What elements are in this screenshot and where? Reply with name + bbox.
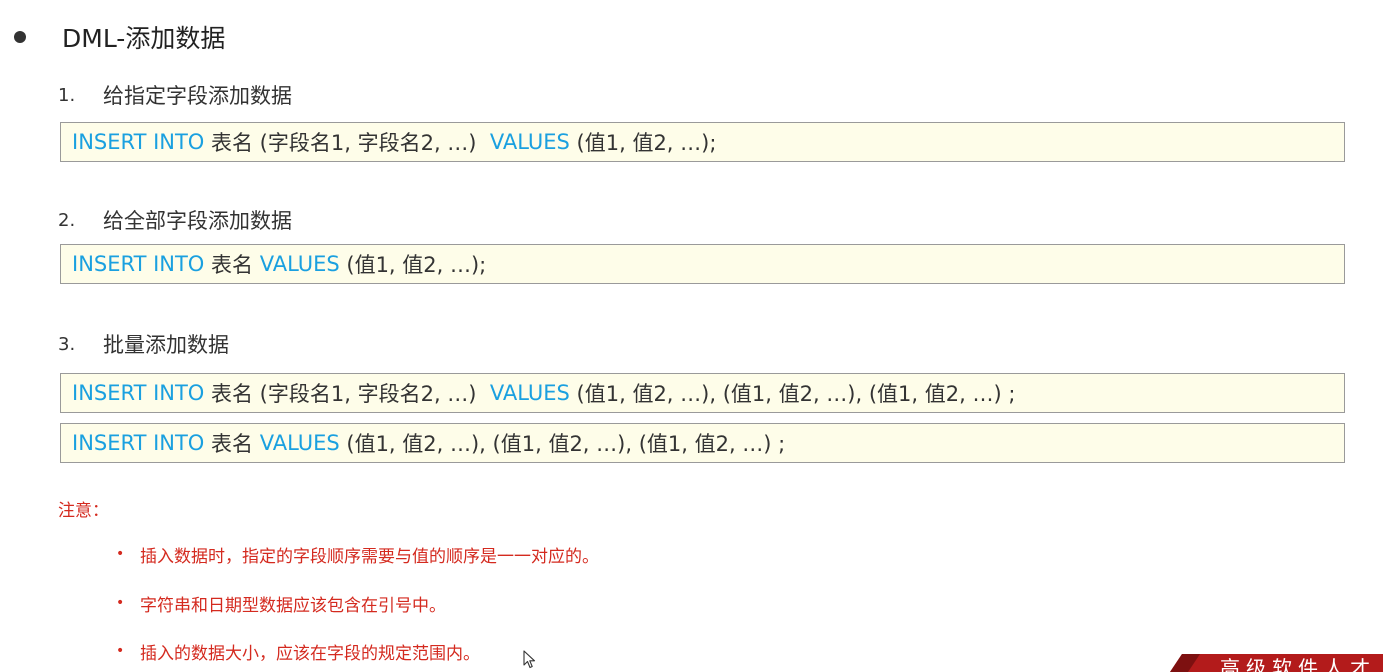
corner-banner: 高级软件人才 — [1170, 654, 1383, 672]
sql-text: 表名 (字段名1, 字段名2, …) — [204, 382, 490, 406]
sql-keyword: INSERT INTO — [72, 381, 205, 405]
code-box-batch-insert-specified-fields: INSERT INTO 表名 (字段名1, 字段名2, …) VALUES (值… — [60, 373, 1345, 413]
section-number: 1. — [58, 84, 76, 106]
note-item: • 插入数据时，指定的字段顺序需要与值的顺序是一一对应的。 — [116, 541, 599, 567]
note-item: • 插入的数据大小，应该在字段的规定范围内。 — [116, 638, 480, 664]
note-bullet: • — [116, 595, 125, 611]
code-box-insert-all-fields: INSERT INTO 表名 VALUES (值1, 值2, …); — [60, 244, 1345, 284]
sql-text: 表名 (字段名1, 字段名2, …) — [204, 131, 490, 155]
section-heading-2: 2. 给全部字段添加数据 — [58, 205, 292, 235]
banner-text: 高级软件人才 — [1220, 656, 1376, 672]
sql-keyword: VALUES — [259, 431, 340, 455]
sql-keyword: VALUES — [259, 252, 340, 276]
slide-title-row: DML-添加数据 — [14, 18, 225, 56]
section-heading-1: 1. 给指定字段添加数据 — [58, 80, 292, 110]
sql-keyword: VALUES — [489, 381, 570, 405]
section-number: 3. — [58, 333, 76, 355]
sql-keyword: INSERT INTO — [72, 130, 205, 154]
sql-text: (值1, 值2, …); — [339, 253, 487, 277]
bullet-dot-icon — [14, 31, 26, 43]
slide-title: DML-添加数据 — [62, 24, 226, 53]
sql-text: (值1, 值2, …), (值1, 值2, …), (值1, 值2, …) ; — [339, 432, 786, 456]
sql-keyword: VALUES — [489, 130, 570, 154]
note-bullet: • — [116, 643, 125, 659]
sql-keyword: INSERT INTO — [72, 431, 205, 455]
section-number: 2. — [58, 209, 76, 231]
section-heading-text: 给全部字段添加数据 — [103, 209, 292, 233]
sql-text: (值1, 值2, …), (值1, 值2, …), (值1, 值2, …) ; — [569, 382, 1016, 406]
code-box-insert-specified-fields: INSERT INTO 表名 (字段名1, 字段名2, …) VALUES (值… — [60, 122, 1345, 162]
sql-text: (值1, 值2, …); — [569, 131, 717, 155]
mouse-pointer-icon — [523, 650, 536, 669]
note-item-text: 插入的数据大小，应该在字段的规定范围内。 — [140, 643, 480, 664]
section-heading-text: 给指定字段添加数据 — [103, 84, 292, 108]
note-bullet: • — [116, 546, 125, 562]
sql-text: 表名 — [204, 432, 260, 456]
note-item-text: 插入数据时，指定的字段顺序需要与值的顺序是一一对应的。 — [140, 546, 599, 567]
sql-text: 表名 — [204, 253, 260, 277]
section-heading-text: 批量添加数据 — [103, 333, 229, 357]
note-item-text: 字符串和日期型数据应该包含在引号中。 — [140, 595, 446, 616]
note-item: • 字符串和日期型数据应该包含在引号中。 — [116, 590, 446, 616]
code-box-batch-insert-all-fields: INSERT INTO 表名 VALUES (值1, 值2, …), (值1, … — [60, 423, 1345, 463]
sql-keyword: INSERT INTO — [72, 252, 205, 276]
note-label: 注意： — [58, 501, 109, 521]
section-heading-3: 3. 批量添加数据 — [58, 329, 229, 359]
